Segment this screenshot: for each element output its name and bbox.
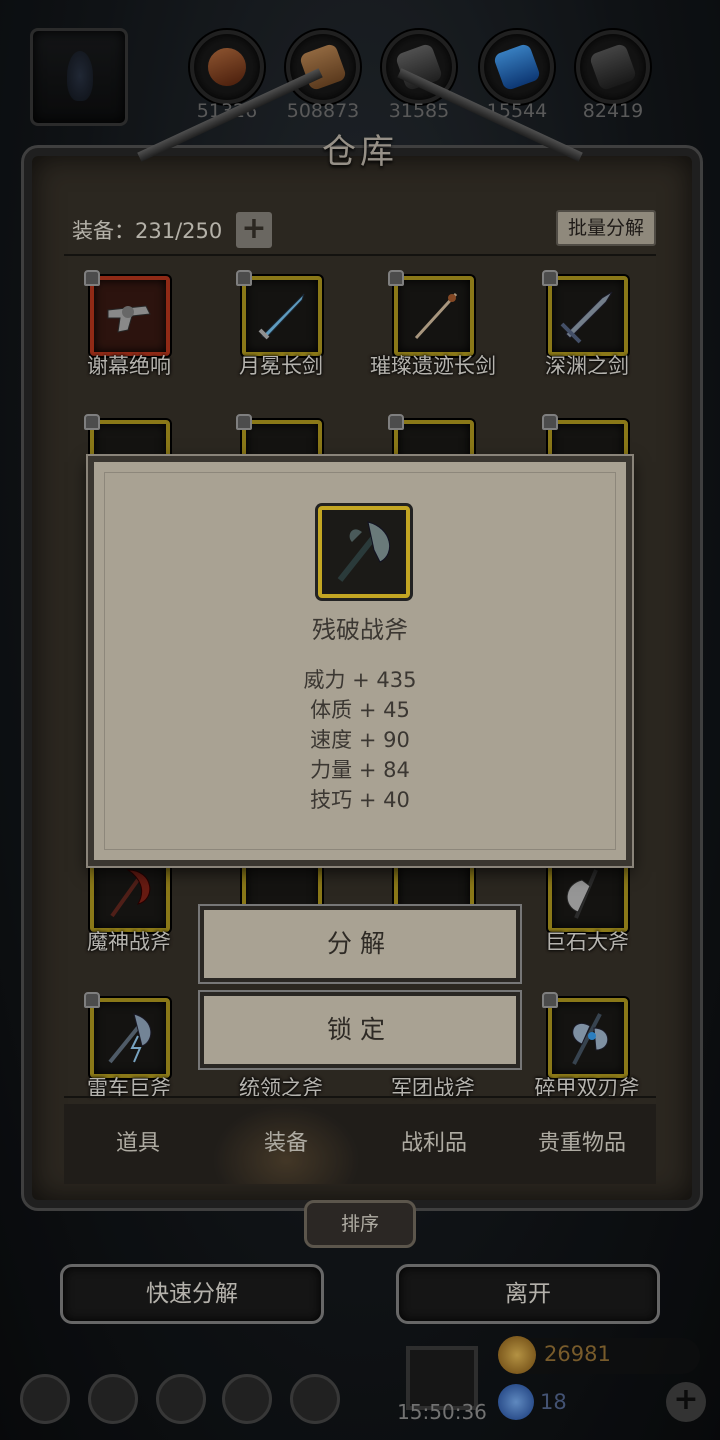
stat-line: 技巧 + 40 — [310, 788, 410, 812]
stat-line: 力量 + 84 — [310, 758, 410, 782]
stat-line: 体质 + 45 — [310, 698, 410, 722]
battle-axe-icon — [337, 521, 390, 582]
lock-item-button[interactable]: 锁定 — [200, 992, 520, 1068]
popup-item-name: 残破战斧 — [312, 616, 408, 644]
item-detail-popup: 残破战斧 威力 + 435 体质 + 45 速度 + 90 力量 + 84 技巧… — [88, 456, 632, 866]
popup-item-slot — [318, 506, 410, 598]
stat-line: 威力 + 435 — [303, 668, 417, 692]
stat-line: 速度 + 90 — [310, 728, 410, 752]
decompose-button[interactable]: 分解 — [200, 906, 520, 982]
